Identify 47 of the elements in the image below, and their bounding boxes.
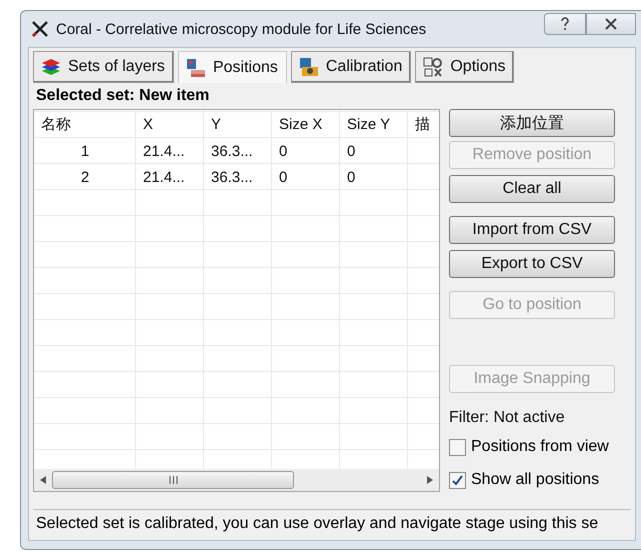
close-icon — [604, 18, 618, 30]
table-cell-text: 36.3... — [210, 142, 254, 162]
action-button[interactable]: Clear all — [449, 175, 615, 203]
tab[interactable]: Sets of layers — [33, 51, 174, 83]
check-icon — [452, 474, 463, 486]
table-cell-text: 21.4... — [142, 142, 186, 162]
table-cell-text: 21.4... — [142, 168, 186, 188]
tab[interactable]: Positions — [178, 51, 287, 83]
positions-icon — [184, 56, 207, 78]
checkbox-label: Positions from view — [471, 438, 609, 456]
filter-status: Filter: Not active — [449, 409, 566, 427]
checkbox[interactable] — [449, 438, 466, 456]
action-button[interactable]: Import from CSV — [449, 216, 615, 244]
action-button[interactable]: Export to CSV — [449, 250, 615, 278]
options-icon — [422, 56, 444, 78]
column-header[interactable]: 名称 — [34, 110, 136, 138]
status-bar: Selected set is calibrated, you can use overlay and navigate stage using this se — [33, 509, 631, 538]
checkbox-label: Show all positions — [471, 471, 600, 489]
grip-icon — [168, 476, 178, 484]
table-cell-text: 36.3... — [210, 168, 254, 188]
table-cell-text: 0 — [346, 142, 356, 162]
table-cell-text: 0 — [278, 142, 288, 162]
action-button[interactable]: 添加位置 — [449, 109, 615, 137]
column-header[interactable]: Size X — [272, 110, 340, 138]
calibration-icon — [298, 56, 320, 78]
layers-icon — [40, 56, 62, 78]
scroll-right-icon[interactable] — [427, 476, 433, 484]
selected-set-label: Selected set: New item — [36, 87, 210, 105]
table-cell-text: 2 — [80, 168, 90, 188]
tab[interactable]: Options — [415, 51, 514, 83]
close-button[interactable] — [586, 13, 636, 35]
column-header[interactable]: Y — [204, 110, 272, 138]
table-cell-text: 1 — [80, 142, 90, 162]
column-header[interactable]: 描 — [408, 110, 439, 138]
table-cell-text: 0 — [278, 168, 288, 188]
table-cell-text: 0 — [346, 168, 356, 188]
column-header[interactable]: X — [136, 110, 204, 138]
scroll-left-icon[interactable] — [40, 476, 46, 484]
help-icon — [560, 17, 570, 31]
tab[interactable]: Calibration — [290, 51, 412, 83]
horizontal-scrollbar[interactable] — [34, 469, 439, 491]
column-header[interactable]: Size Y — [340, 110, 408, 138]
tools-icon — [30, 19, 50, 39]
scrollbar-thumb[interactable] — [52, 471, 294, 489]
checkbox[interactable] — [449, 472, 466, 488]
help-button[interactable] — [544, 13, 586, 35]
window-title: Coral - Correlative microscopy module for Life Sciences — [56, 20, 428, 38]
